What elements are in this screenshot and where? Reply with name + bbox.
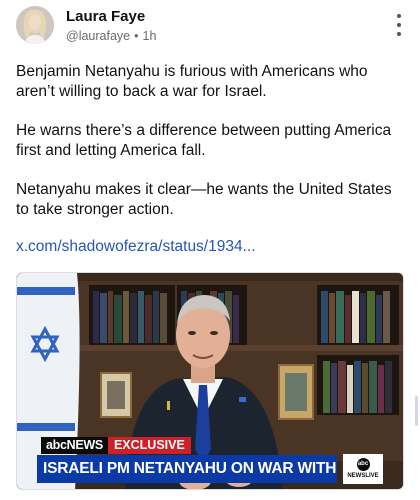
chyron-headline: ISRAELI PM NETANYAHU ON WAR WITH IRAN bbox=[37, 455, 337, 483]
exclusive-label: EXCLUSIVE bbox=[107, 437, 191, 454]
newslive-label: NEWSLIVE bbox=[347, 473, 379, 479]
more-vertical-icon[interactable] bbox=[392, 14, 406, 36]
post-card: Laura Faye @laurafaye • 1h Benjamin Neta… bbox=[0, 0, 420, 500]
newslive-bug: abc NEWSLIVE bbox=[343, 454, 383, 484]
network-logo: abcNEWS bbox=[41, 437, 108, 454]
chyron-tag: abcNEWS EXCLUSIVE bbox=[41, 437, 191, 454]
avatar[interactable] bbox=[16, 6, 54, 44]
author-name[interactable]: Laura Faye bbox=[66, 8, 145, 26]
scrollbar[interactable] bbox=[415, 396, 418, 426]
post-paragraph: Benjamin Netanyahu is furious with Ameri… bbox=[16, 63, 368, 100]
post-meta: @laurafaye • 1h bbox=[66, 29, 156, 43]
post-paragraph: He warns there’s a difference between pu… bbox=[16, 122, 392, 159]
post-time: 1h bbox=[142, 29, 157, 43]
meta-separator: • bbox=[134, 29, 139, 43]
post-paragraph: Netanyahu makes it clear—he wants the Un… bbox=[16, 181, 392, 218]
author-handle[interactable]: @laurafaye bbox=[66, 29, 130, 43]
post-link[interactable]: x.com/shadowofezra/status/1934... bbox=[16, 237, 256, 257]
embedded-video[interactable]: abcNEWS EXCLUSIVE ISRAELI PM NETANYAHU O… bbox=[16, 272, 404, 490]
abc-logo-icon: abc bbox=[356, 458, 370, 471]
